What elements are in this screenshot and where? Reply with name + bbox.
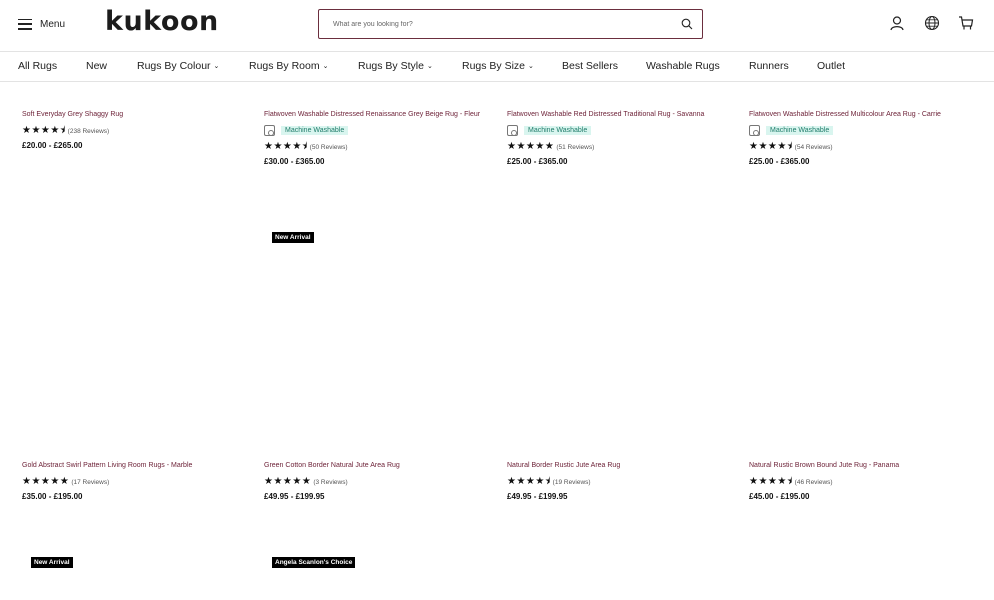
nav-runners[interactable]: Runners [749, 60, 789, 72]
star-rating-icon: ★★★★⯨ [507, 476, 551, 487]
product-title[interactable]: Green Cotton Border Natural Jute Area Ru… [264, 461, 489, 471]
product-title[interactable]: Soft Everyday Grey Shaggy Rug [22, 110, 247, 120]
product-title[interactable]: Gold Abstract Swirl Pattern Living Room … [22, 461, 247, 471]
search-box [318, 9, 703, 39]
chevron-down-icon: ⌄ [528, 63, 534, 70]
star-rating-icon: ★★★★★ [22, 476, 70, 487]
machine-washable-badge: Machine Washable [749, 125, 974, 136]
kukoon-logo[interactable]: kukoon [105, 6, 219, 37]
search-icon[interactable] [681, 18, 693, 30]
product-card[interactable]: Natural Border Rustic Jute Area Rug ★★★★… [507, 461, 732, 501]
nav-outlet[interactable]: Outlet [817, 60, 845, 72]
review-count[interactable]: (19 Reviews) [553, 479, 591, 486]
product-rating: ★★★★★ (51 Reviews) [507, 142, 732, 152]
nav-rugs-by-colour[interactable]: Rugs By Colour ⌄ [137, 60, 219, 72]
product-price: £30.00 - £365.00 [264, 157, 325, 166]
nav-rugs-by-style[interactable]: Rugs By Style ⌄ [358, 60, 433, 72]
review-count[interactable]: (17 Reviews) [71, 479, 109, 486]
product-rating: ★★★★⯨ (54 Reviews) [749, 142, 974, 152]
site-header: Menu kukoon [0, 0, 994, 52]
washing-machine-icon [749, 125, 760, 136]
user-icon[interactable] [889, 15, 905, 31]
product-card[interactable]: Natural Rustic Brown Bound Jute Rug - Pa… [749, 461, 974, 501]
washing-machine-icon [507, 125, 518, 136]
star-rating-icon: ★★★★⯨ [264, 141, 308, 152]
product-card[interactable]: Flatwoven Washable Distressed Renaissanc… [264, 110, 489, 166]
new-arrival-tag: New Arrival [31, 557, 73, 568]
product-card[interactable]: Flatwoven Washable Red Distressed Tradit… [507, 110, 732, 166]
nav-rugs-by-size[interactable]: Rugs By Size ⌄ [462, 60, 534, 72]
review-count[interactable]: (54 Reviews) [795, 144, 833, 151]
product-price: £49.95 - £199.95 [264, 492, 325, 501]
chevron-down-icon: ⌄ [322, 63, 329, 70]
new-arrival-tag: New Arrival [272, 232, 314, 243]
choice-tag: Angela Scanlon's Choice [272, 557, 356, 568]
review-count[interactable]: (51 Reviews) [556, 144, 594, 151]
product-rating: ★★★★⯨ (19 Reviews) [507, 477, 732, 487]
product-price: £35.00 - £195.00 [22, 492, 83, 501]
product-rating: ★★★★⯨ (50 Reviews) [264, 142, 489, 152]
review-count[interactable]: (46 Reviews) [795, 479, 833, 486]
product-card[interactable]: Flatwoven Washable Distressed Multicolou… [749, 110, 974, 166]
star-rating-icon: ★★★★⯨ [22, 125, 66, 136]
menu-button[interactable]: Menu [18, 15, 65, 33]
washing-machine-icon [264, 125, 275, 136]
star-rating-icon: ★★★★★ [507, 141, 555, 152]
cart-icon[interactable] [958, 15, 974, 31]
review-count[interactable]: (3 Reviews) [313, 479, 347, 486]
product-price: £20.00 - £265.00 [22, 141, 83, 150]
product-price: £49.95 - £199.95 [507, 492, 568, 501]
review-count[interactable]: (238 Reviews) [68, 128, 110, 135]
nav-all-rugs[interactable]: All Rugs [18, 60, 57, 72]
star-rating-icon: ★★★★⯨ [749, 141, 793, 152]
machine-washable-label: Machine Washable [766, 126, 834, 135]
machine-washable-badge: Machine Washable [264, 125, 489, 136]
product-rating: ★★★★★ (3 Reviews) [264, 477, 489, 487]
globe-icon[interactable] [924, 15, 940, 31]
product-title[interactable]: Flatwoven Washable Red Distressed Tradit… [507, 110, 732, 120]
nav-washable-rugs[interactable]: Washable Rugs [646, 60, 720, 72]
product-price: £25.00 - £365.00 [749, 157, 810, 166]
product-rating: ★★★★⯨ (238 Reviews) [22, 126, 247, 136]
star-rating-icon: ★★★★⯨ [749, 476, 793, 487]
product-card[interactable]: Soft Everyday Grey Shaggy Rug ★★★★⯨ (238… [22, 110, 247, 150]
chevron-down-icon: ⌄ [213, 63, 220, 70]
menu-label: Menu [40, 18, 66, 30]
nav-best-sellers[interactable]: Best Sellers [562, 60, 618, 72]
product-title[interactable]: Natural Rustic Brown Bound Jute Rug - Pa… [749, 461, 974, 471]
product-title[interactable]: Flatwoven Washable Distressed Renaissanc… [264, 110, 489, 120]
product-rating: ★★★★⯨ (46 Reviews) [749, 477, 974, 487]
nav-new[interactable]: New [86, 60, 107, 72]
review-count[interactable]: (50 Reviews) [310, 144, 348, 151]
product-card[interactable]: Green Cotton Border Natural Jute Area Ru… [264, 461, 489, 501]
nav-rugs-by-room[interactable]: Rugs By Room ⌄ [249, 60, 328, 72]
product-rating: ★★★★★ (17 Reviews) [22, 477, 247, 487]
machine-washable-label: Machine Washable [281, 126, 349, 135]
product-price: £45.00 - £195.00 [749, 492, 810, 501]
star-rating-icon: ★★★★★ [264, 476, 312, 487]
hamburger-icon [18, 18, 32, 30]
machine-washable-badge: Machine Washable [507, 125, 732, 136]
machine-washable-label: Machine Washable [524, 126, 592, 135]
product-card[interactable]: Gold Abstract Swirl Pattern Living Room … [22, 461, 247, 501]
product-title[interactable]: Natural Border Rustic Jute Area Rug [507, 461, 732, 471]
search-input[interactable] [319, 10, 649, 38]
chevron-down-icon: ⌄ [426, 63, 433, 70]
product-price: £25.00 - £365.00 [507, 157, 568, 166]
category-nav: All Rugs New Rugs By Colour ⌄ Rugs By Roo… [0, 52, 994, 82]
product-title[interactable]: Flatwoven Washable Distressed Multicolou… [749, 110, 974, 120]
